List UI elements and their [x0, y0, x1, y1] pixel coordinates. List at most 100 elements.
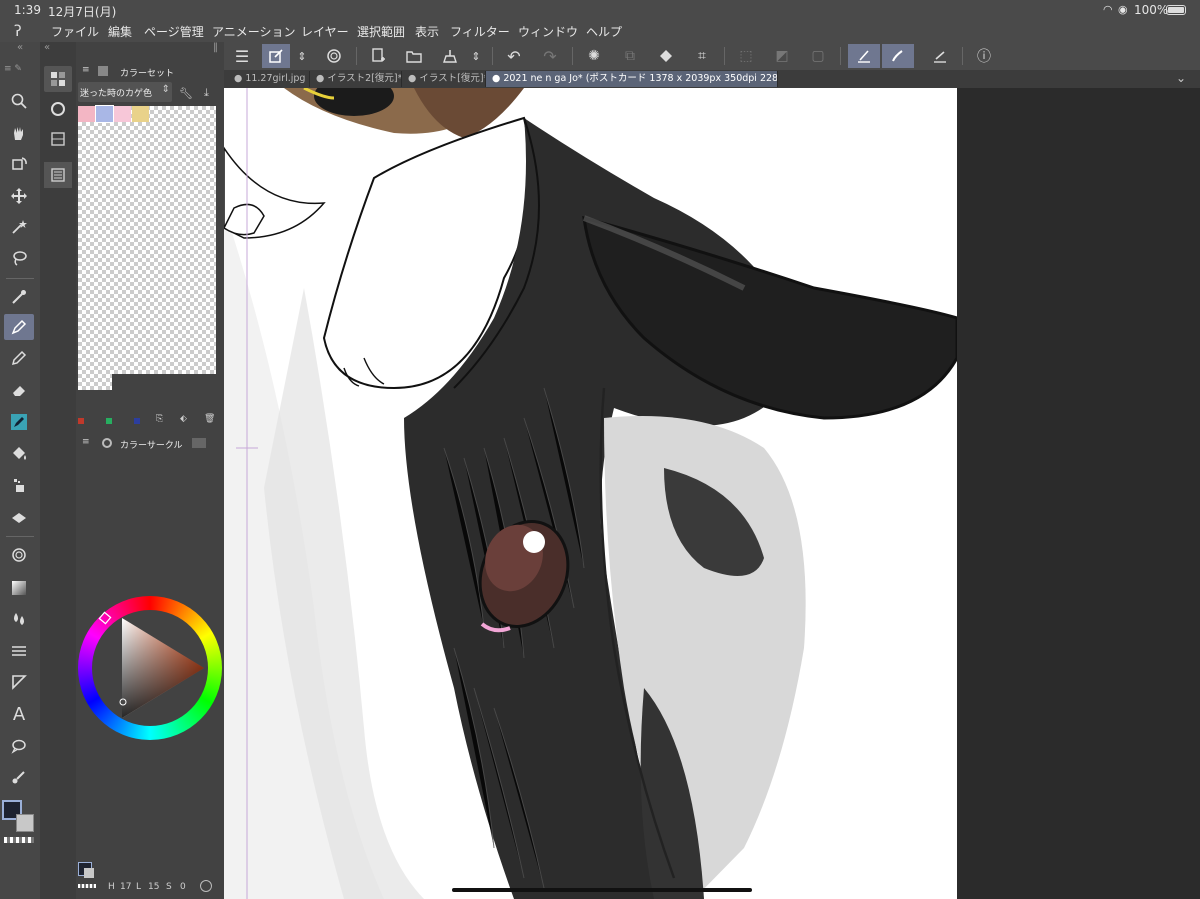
expand-icon[interactable]: «	[44, 42, 72, 53]
collapse-left-icon[interactable]: «	[0, 42, 40, 56]
lasso-icon[interactable]	[4, 245, 34, 271]
command-bar: ☰ ⇕ ⇕ ↶ ↷ ✺ ⧉ ⌗ ⬚ ◩ ▢ ⓘ	[224, 42, 1200, 70]
gradient-icon[interactable]	[4, 575, 34, 601]
menu-layer[interactable]: レイヤー	[301, 23, 349, 40]
color-circle-panel-icon[interactable]	[44, 96, 72, 122]
color-swatch-3[interactable]	[114, 106, 131, 122]
ruler-snap-icon[interactable]	[926, 44, 954, 68]
new-file-icon[interactable]	[364, 44, 392, 68]
water-icon[interactable]	[4, 606, 34, 632]
color-circle-tab-icon	[102, 438, 112, 448]
eyedropper-icon[interactable]	[4, 284, 34, 310]
panel-menu-icon[interactable]: ≡	[82, 65, 90, 75]
menu-help[interactable]: ヘルプ	[586, 23, 622, 40]
fill-icon[interactable]	[4, 440, 34, 466]
menu-edit[interactable]: 編集	[108, 23, 132, 40]
color-wheel[interactable]	[78, 596, 222, 740]
fill-bucket-icon[interactable]	[652, 44, 680, 68]
brush-snap-icon[interactable]	[882, 44, 914, 68]
palette-menu-icon[interactable]: ≡ ✎	[0, 64, 40, 76]
transparent-color-swatch[interactable]	[4, 837, 34, 843]
wifi-icon: ◠	[1103, 3, 1113, 16]
color-set-panel-icon[interactable]	[44, 66, 72, 92]
color-set-tab-label[interactable]: カラーセット	[120, 66, 174, 79]
h-value: 17	[120, 882, 132, 892]
layer-panel-icon[interactable]	[44, 126, 72, 152]
color-triangle[interactable]	[78, 596, 222, 740]
doc-tab-3[interactable]: ● イラスト[復元]*	[402, 71, 486, 87]
brush-icon[interactable]	[4, 409, 34, 435]
balloon-icon[interactable]	[4, 733, 34, 759]
doc-tab-active[interactable]: ● 2021 ne n ga Jo* (ポストカード 1378 x 2039px…	[486, 71, 778, 87]
loading-spinner-icon[interactable]: ✺	[580, 44, 608, 68]
correction-icon[interactable]	[4, 764, 34, 790]
replace-color-icon[interactable]: ⬖	[180, 414, 187, 424]
l-value: 15	[148, 882, 160, 892]
undo-icon[interactable]: ↶	[500, 44, 528, 68]
magic-wand-icon[interactable]	[4, 214, 34, 240]
pencil-icon[interactable]	[4, 345, 34, 371]
navigator-panel-icon[interactable]	[44, 162, 72, 188]
mini-sub-color[interactable]	[84, 868, 94, 878]
menu-selection[interactable]: 選択範囲	[357, 23, 405, 40]
color-set-grid[interactable]	[78, 105, 216, 390]
magnify-icon[interactable]	[4, 88, 34, 114]
color-swatch-2[interactable]	[95, 105, 114, 123]
chevron-updown-icon[interactable]: ⇕	[294, 44, 310, 68]
panel-collapse-icon[interactable]: ‖	[76, 42, 224, 56]
mini-transparent[interactable]	[78, 884, 96, 888]
color-slider-tab-icon[interactable]	[192, 438, 206, 448]
open-folder-icon[interactable]	[400, 44, 428, 68]
help-icon[interactable]: ⓘ	[970, 44, 998, 68]
chevron-down-icon[interactable]: ⌄	[1176, 71, 1186, 85]
vector-snap-icon[interactable]	[848, 44, 880, 68]
rotate-icon[interactable]	[4, 151, 34, 177]
color-circle-tab-label[interactable]: カラーサークル	[120, 438, 183, 451]
color-swatch-1[interactable]	[78, 106, 95, 122]
chevron-updown-icon[interactable]: ⇕	[468, 44, 484, 68]
status-date: 12月7日(月)	[48, 5, 117, 19]
doc-tab-2[interactable]: ● イラスト2[復元]*	[310, 71, 402, 87]
add-color-icon[interactable]: ⎘	[156, 414, 163, 424]
quick-access-icon[interactable]	[262, 44, 290, 68]
blend-icon[interactable]	[4, 472, 34, 498]
doc-tab-1[interactable]: ● 11.27girl.jpg [復元]*	[228, 71, 310, 87]
color-circle-header: ≡ カラーサークル	[76, 436, 224, 452]
menu-animation[interactable]: アニメーション	[212, 23, 296, 40]
trash-icon[interactable]: 🗑︎	[204, 414, 215, 424]
spiral-icon[interactable]	[320, 44, 348, 68]
doc-tab-active-label: 2021 ne n ga Jo* (ポストカード 1378 x 2039px 3…	[503, 73, 778, 84]
redo-icon[interactable]: ↷	[536, 44, 564, 68]
canvas-paper[interactable]	[224, 88, 957, 899]
menu-page[interactable]: ページ管理	[144, 23, 204, 40]
hand-icon[interactable]	[4, 120, 34, 146]
wrench-icon[interactable]: 🔧︎	[179, 87, 193, 100]
import-icon[interactable]: ⤓	[204, 86, 209, 100]
app-logo-icon[interactable]: ʔ	[14, 22, 22, 40]
ruler-icon[interactable]	[4, 638, 34, 664]
pen-icon[interactable]	[4, 314, 34, 340]
panel-menu-icon[interactable]: ≡	[82, 437, 90, 447]
menu-file[interactable]: ファイル	[51, 23, 99, 40]
save-icon[interactable]	[436, 44, 464, 68]
approximate-color-icon[interactable]	[200, 880, 212, 892]
selection-border-icon[interactable]: ▢	[804, 44, 832, 68]
color-swatch-4[interactable]	[132, 106, 149, 122]
move-icon[interactable]	[4, 183, 34, 209]
color-set-dropdown[interactable]: 迷った時のカゲ色 ⇕	[78, 82, 172, 102]
deselect-icon[interactable]: ⬚	[732, 44, 760, 68]
menu-window[interactable]: ウィンドウ	[518, 23, 578, 40]
text-icon[interactable]: A	[4, 701, 34, 727]
canvas-area[interactable]	[224, 88, 1200, 899]
airbrush-icon[interactable]	[4, 542, 34, 568]
menu-filter[interactable]: フィルター	[450, 23, 510, 40]
crop-icon[interactable]: ⌗	[688, 44, 716, 68]
menu-hamburger-icon[interactable]: ☰	[228, 44, 256, 68]
sub-color-swatch[interactable]	[16, 814, 34, 832]
invert-selection-icon[interactable]: ◩	[768, 44, 796, 68]
figure-icon[interactable]	[4, 669, 34, 695]
menu-view[interactable]: 表示	[415, 23, 439, 40]
eraser-icon[interactable]	[4, 377, 34, 403]
transform-icon[interactable]: ⧉	[616, 44, 644, 68]
stamp-icon[interactable]	[4, 504, 34, 530]
